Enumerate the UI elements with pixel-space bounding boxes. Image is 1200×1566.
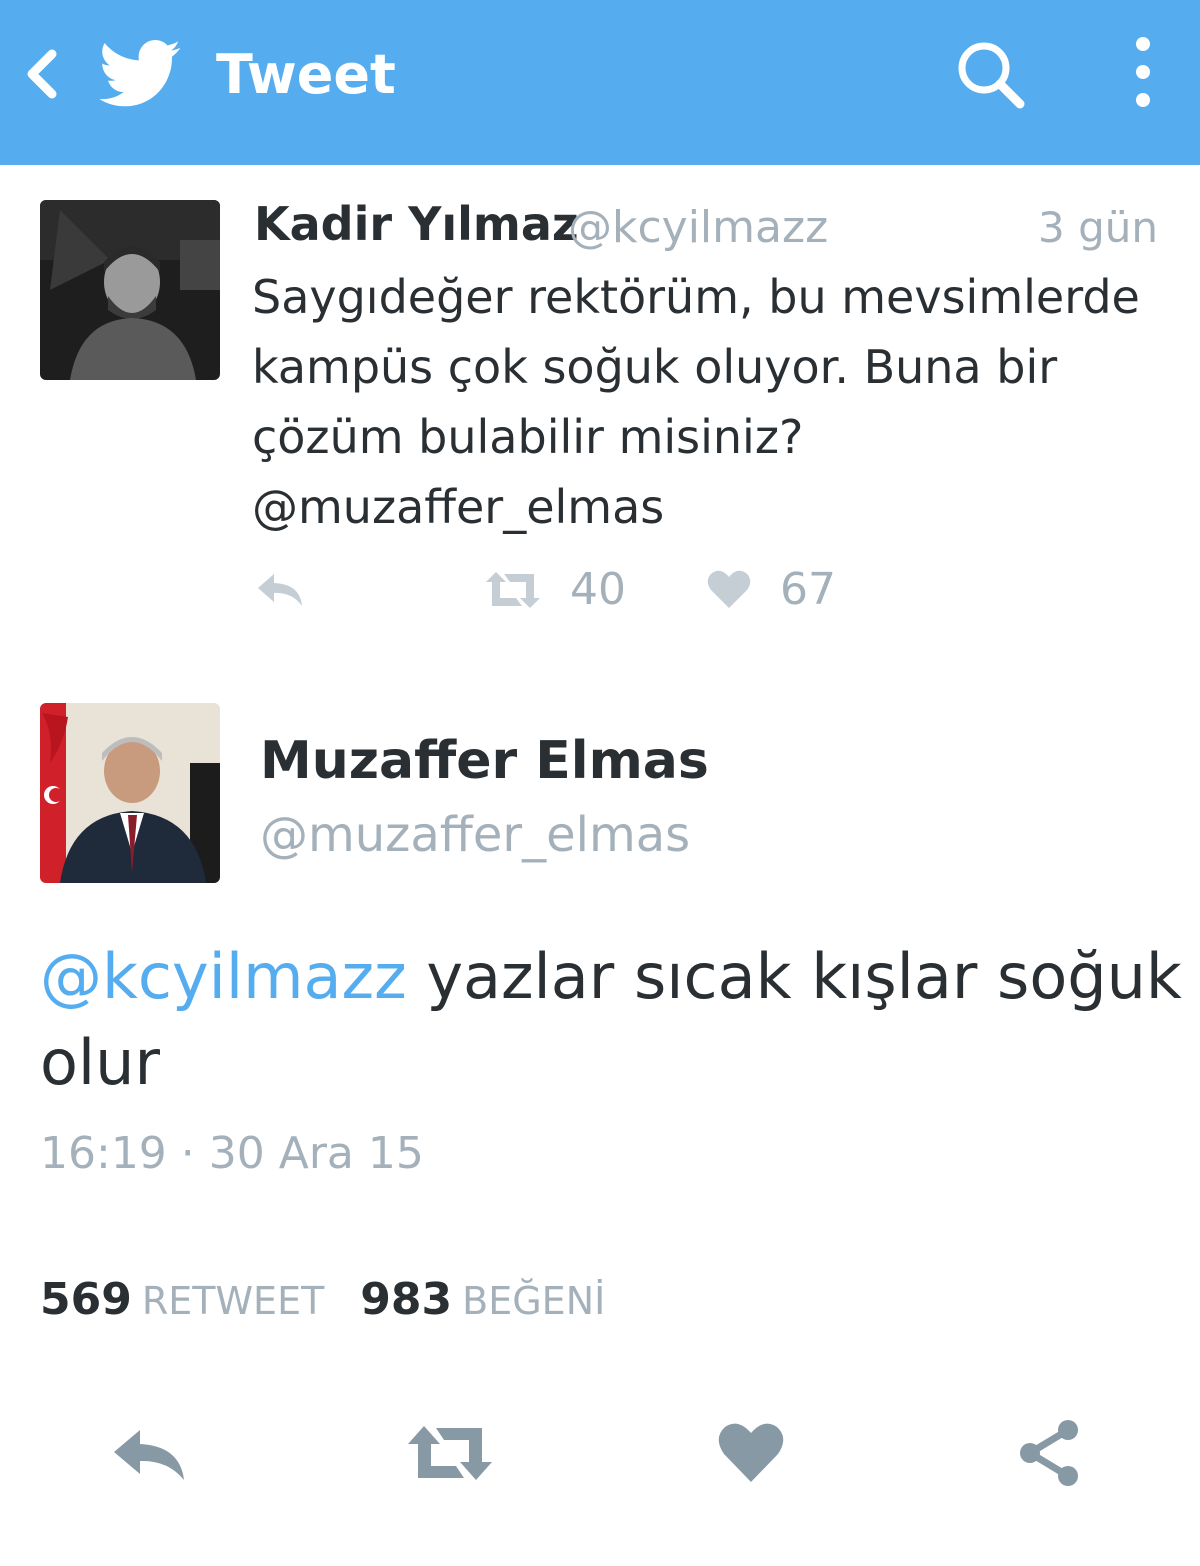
tweet-text: Saygıdeğer rektörüm, bu mevsimlerde kamp… bbox=[252, 262, 1182, 542]
tweet-time: 3 gün bbox=[1038, 203, 1158, 252]
app-bar: Tweet bbox=[0, 0, 1200, 165]
share-icon[interactable] bbox=[1014, 1418, 1084, 1488]
like-count: 67 bbox=[780, 564, 836, 615]
avatar[interactable] bbox=[40, 200, 220, 380]
twitter-bird-icon bbox=[100, 40, 181, 107]
tweet-text-line: çözüm bulabilir misiniz? bbox=[252, 410, 804, 464]
avatar[interactable] bbox=[40, 703, 220, 883]
page-title: Tweet bbox=[216, 43, 396, 106]
retweet-icon[interactable] bbox=[404, 1422, 496, 1484]
tweet-text-line: olur bbox=[40, 1026, 160, 1099]
reply-icon[interactable] bbox=[110, 1426, 190, 1482]
heart-icon[interactable] bbox=[706, 568, 752, 610]
tweet-timestamp: 16:19 · 30 Ara 15 bbox=[40, 1128, 424, 1179]
reply-icon[interactable] bbox=[254, 570, 306, 610]
back-chevron-icon[interactable] bbox=[18, 44, 68, 104]
likes-number[interactable]: 983 bbox=[360, 1274, 452, 1325]
author-handle[interactable]: @kcyilmazz bbox=[568, 200, 828, 256]
retweets-label[interactable]: RETWEET bbox=[142, 1279, 324, 1323]
retweet-count: 40 bbox=[570, 564, 626, 615]
mention-link[interactable]: @muzaffer_elmas bbox=[252, 472, 1182, 542]
likes-label[interactable]: BEĞENİ bbox=[462, 1279, 605, 1323]
tweet-text-line: @kcyilmazz yazlar sıcak kışlar soğuk bbox=[40, 934, 1182, 1020]
tweet-text: @kcyilmazz yazlar sıcak kışlar soğuk olu… bbox=[40, 934, 1182, 1106]
mention-link[interactable]: @kcyilmazz bbox=[40, 940, 407, 1013]
retweet-icon[interactable] bbox=[482, 568, 544, 612]
tweet-text-segment: yazlar sıcak kışlar soğuk bbox=[406, 940, 1182, 1013]
more-vertical-icon[interactable] bbox=[1118, 34, 1168, 114]
heart-icon[interactable] bbox=[716, 1420, 786, 1484]
search-icon[interactable] bbox=[950, 36, 1030, 112]
author-name[interactable]: Muzaffer Elmas bbox=[260, 728, 709, 794]
tweet-text-line: Saygıdeğer rektörüm, bu mevsimlerde bbox=[252, 270, 1140, 324]
tweet-stats: 569 RETWEET 983 BEĞENİ bbox=[40, 1272, 605, 1329]
tweet-text-line: kampüs çok soğuk oluyor. Buna bir bbox=[252, 340, 1058, 394]
author-name[interactable]: Kadir Yılmaz bbox=[254, 196, 579, 252]
retweets-number[interactable]: 569 bbox=[40, 1274, 132, 1325]
author-handle[interactable]: @muzaffer_elmas bbox=[260, 804, 690, 866]
